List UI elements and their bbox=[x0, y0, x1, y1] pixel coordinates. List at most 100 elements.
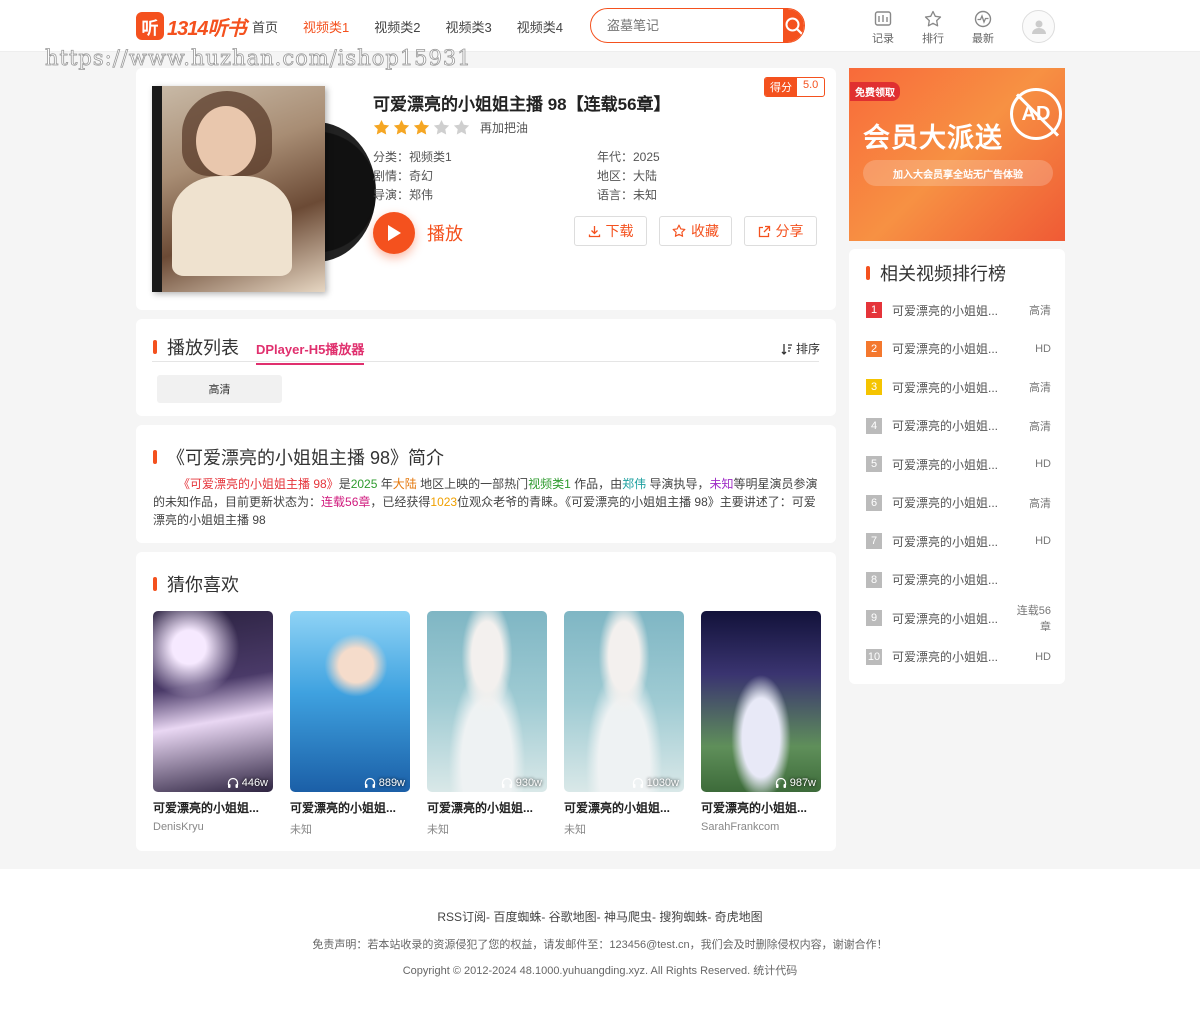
episode-button[interactable]: 高清 bbox=[157, 375, 282, 403]
footer-links[interactable]: RSS订阅- 百度蜘蛛- 谷歌地图- 神马爬虫- 搜狗蜘蛛- 奇虎地图 bbox=[0, 908, 1200, 925]
sort-label: 排序 bbox=[795, 342, 820, 356]
history-link[interactable]: 记录 bbox=[858, 10, 908, 46]
recommend-item-author: DenisKryu bbox=[153, 821, 204, 833]
nav-category-4[interactable]: 视频类4 bbox=[517, 17, 563, 36]
ranking-item[interactable]: 4 可爱漂亮的小姐姐... 高清 bbox=[866, 407, 1051, 446]
star-filled-icon[interactable] bbox=[413, 119, 430, 136]
intro-text: 《可爱漂亮的小姐姐主播 98》是2025 年大陆 地区上映的一部热门视频类1 作… bbox=[153, 475, 819, 529]
recommend-item-author: 未知 bbox=[564, 824, 586, 836]
rating-stars[interactable]: 再加把油 bbox=[373, 119, 528, 136]
nav-category-2[interactable]: 视频类2 bbox=[374, 17, 420, 36]
meta-language: 语言：未知 bbox=[597, 188, 658, 202]
recommend-item-author: SarahFrankcom bbox=[701, 821, 780, 833]
rank-tag: 连载56章 bbox=[1016, 605, 1051, 634]
star-empty-icon[interactable] bbox=[453, 119, 470, 136]
logo-mark: 听 bbox=[136, 12, 164, 40]
rank-number: 3 bbox=[866, 379, 882, 396]
meta-category: 分类：视频类1 bbox=[373, 150, 452, 164]
nav-home[interactable]: 首页 bbox=[252, 17, 278, 36]
recommend-item-title[interactable]: 可爱漂亮的小姐姐... bbox=[564, 799, 684, 816]
star-filled-icon[interactable] bbox=[393, 119, 410, 136]
latest-link[interactable]: 最新 bbox=[958, 10, 1008, 46]
search-icon bbox=[785, 17, 804, 35]
ranking-item[interactable]: 8 可爱漂亮的小姐姐... bbox=[866, 561, 1051, 600]
ranking-item[interactable]: 7 可爱漂亮的小姐姐... HD bbox=[866, 522, 1051, 561]
intro-status: 连载56章 bbox=[321, 495, 371, 509]
meta-director: 导演：郑伟 bbox=[373, 188, 434, 202]
recommend-item[interactable]: 1030w 可爱漂亮的小姐姐... 未知 bbox=[564, 611, 684, 837]
rank-title[interactable]: 可爱漂亮的小姐姐... bbox=[892, 610, 1008, 627]
rank-title[interactable]: 可爱漂亮的小姐姐... bbox=[892, 494, 1014, 511]
recommend-item[interactable]: 930w 可爱漂亮的小姐姐... 未知 bbox=[427, 611, 547, 837]
rank-tag: 高清 bbox=[1029, 420, 1051, 433]
thumbnail-image[interactable]: 446w bbox=[153, 611, 273, 792]
rank-number: 6 bbox=[866, 494, 882, 511]
intro-actors: 未知 bbox=[709, 477, 734, 491]
thumbnail-image[interactable]: 930w bbox=[427, 611, 547, 792]
thumbnail-image[interactable]: 987w bbox=[701, 611, 821, 792]
recommend-item-title[interactable]: 可爱漂亮的小姐姐... bbox=[153, 799, 273, 816]
intro-views: 1023 bbox=[430, 495, 458, 509]
recommend-item-title[interactable]: 可爱漂亮的小姐姐... bbox=[701, 799, 821, 816]
play-count: 1030w bbox=[632, 777, 679, 789]
logo-text: 1314听书 bbox=[167, 17, 246, 40]
play-icon bbox=[373, 212, 415, 254]
sort-icon bbox=[781, 343, 792, 355]
ranking-item[interactable]: 3 可爱漂亮的小姐姐... 高清 bbox=[866, 368, 1051, 407]
search-input[interactable] bbox=[591, 9, 783, 42]
intro-seg: 年 bbox=[377, 477, 393, 491]
rank-title[interactable]: 可爱漂亮的小姐姐... bbox=[892, 379, 1014, 396]
rank-title[interactable]: 可爱漂亮的小姐姐... bbox=[892, 340, 1014, 357]
ranking-item[interactable]: 9 可爱漂亮的小姐姐... 连载56章 bbox=[866, 599, 1051, 638]
download-label: 下载 bbox=[605, 223, 634, 239]
vip-ad-banner[interactable]: 免费领取 会员大派送 加入大会员享全站无广告体验 AD bbox=[849, 68, 1065, 241]
rank-number: 10 bbox=[866, 648, 882, 665]
rank-tag: HD bbox=[1035, 342, 1051, 355]
rank-title[interactable]: 可爱漂亮的小姐姐... bbox=[892, 417, 1014, 434]
intro-year: 2025 bbox=[350, 477, 378, 491]
rank-number: 8 bbox=[866, 571, 882, 588]
ranking-link[interactable]: 排行 bbox=[908, 10, 958, 46]
star-icon bbox=[924, 10, 942, 27]
recommend-item[interactable]: 889w 可爱漂亮的小姐姐... 未知 bbox=[290, 611, 410, 837]
score-value: 5.0 bbox=[803, 79, 819, 91]
share-button[interactable]: 分享 bbox=[744, 216, 817, 246]
site-logo[interactable]: 听 1314听书 bbox=[136, 11, 246, 41]
rank-tag: HD bbox=[1035, 458, 1051, 471]
ranking-item[interactable]: 10 可爱漂亮的小姐姐... HD bbox=[866, 638, 1051, 677]
action-buttons: 下载 收藏 分享 bbox=[574, 216, 817, 246]
nav-category-1[interactable]: 视频类1 bbox=[303, 17, 349, 36]
star-outline-icon bbox=[672, 224, 686, 237]
rank-title[interactable]: 可爱漂亮的小姐姐... bbox=[892, 571, 1014, 588]
recommend-item-title[interactable]: 可爱漂亮的小姐姐... bbox=[290, 799, 410, 816]
star-empty-icon[interactable] bbox=[433, 119, 450, 136]
rank-title[interactable]: 可爱漂亮的小姐姐... bbox=[892, 533, 1014, 550]
ranking-item[interactable]: 6 可爱漂亮的小姐姐... 高清 bbox=[866, 484, 1051, 523]
search-button[interactable] bbox=[783, 9, 804, 42]
site-header: 听 1314听书 首页 视频类1 视频类2 视频类3 视频类4 记录 排行 最新 bbox=[0, 0, 1200, 52]
thumbnail-image[interactable]: 889w bbox=[290, 611, 410, 792]
ranking-item[interactable]: 5 可爱漂亮的小姐姐... HD bbox=[866, 445, 1051, 484]
thumbnail-image[interactable]: 1030w bbox=[564, 611, 684, 792]
history-label: 记录 bbox=[872, 33, 894, 45]
rank-title[interactable]: 可爱漂亮的小姐姐... bbox=[892, 648, 1014, 665]
rank-tag: HD bbox=[1035, 650, 1051, 663]
ranking-item[interactable]: 2 可爱漂亮的小姐姐... HD bbox=[866, 330, 1051, 369]
play-button[interactable]: 播放 bbox=[373, 212, 463, 254]
playlist-heading: 播放列表 bbox=[153, 334, 239, 360]
download-button[interactable]: 下载 bbox=[574, 216, 647, 246]
user-avatar[interactable] bbox=[1022, 10, 1055, 43]
cover-image[interactable] bbox=[152, 86, 325, 292]
nav-category-3[interactable]: 视频类3 bbox=[445, 17, 491, 36]
rank-title[interactable]: 可爱漂亮的小姐姐... bbox=[892, 302, 1014, 319]
favorite-button[interactable]: 收藏 bbox=[659, 216, 732, 246]
recommend-item[interactable]: 987w 可爱漂亮的小姐姐... SarahFrankcom bbox=[701, 611, 821, 837]
star-filled-icon[interactable] bbox=[373, 119, 390, 136]
ranking-item[interactable]: 1 可爱漂亮的小姐姐... 高清 bbox=[866, 291, 1051, 330]
play-count-value: 1030w bbox=[646, 777, 679, 789]
recommend-item[interactable]: 446w 可爱漂亮的小姐姐... DenisKryu bbox=[153, 611, 273, 837]
rank-number: 4 bbox=[866, 417, 882, 434]
rank-title[interactable]: 可爱漂亮的小姐姐... bbox=[892, 456, 1014, 473]
recommend-item-title[interactable]: 可爱漂亮的小姐姐... bbox=[427, 799, 547, 816]
sort-button[interactable]: 排序 bbox=[781, 340, 820, 357]
